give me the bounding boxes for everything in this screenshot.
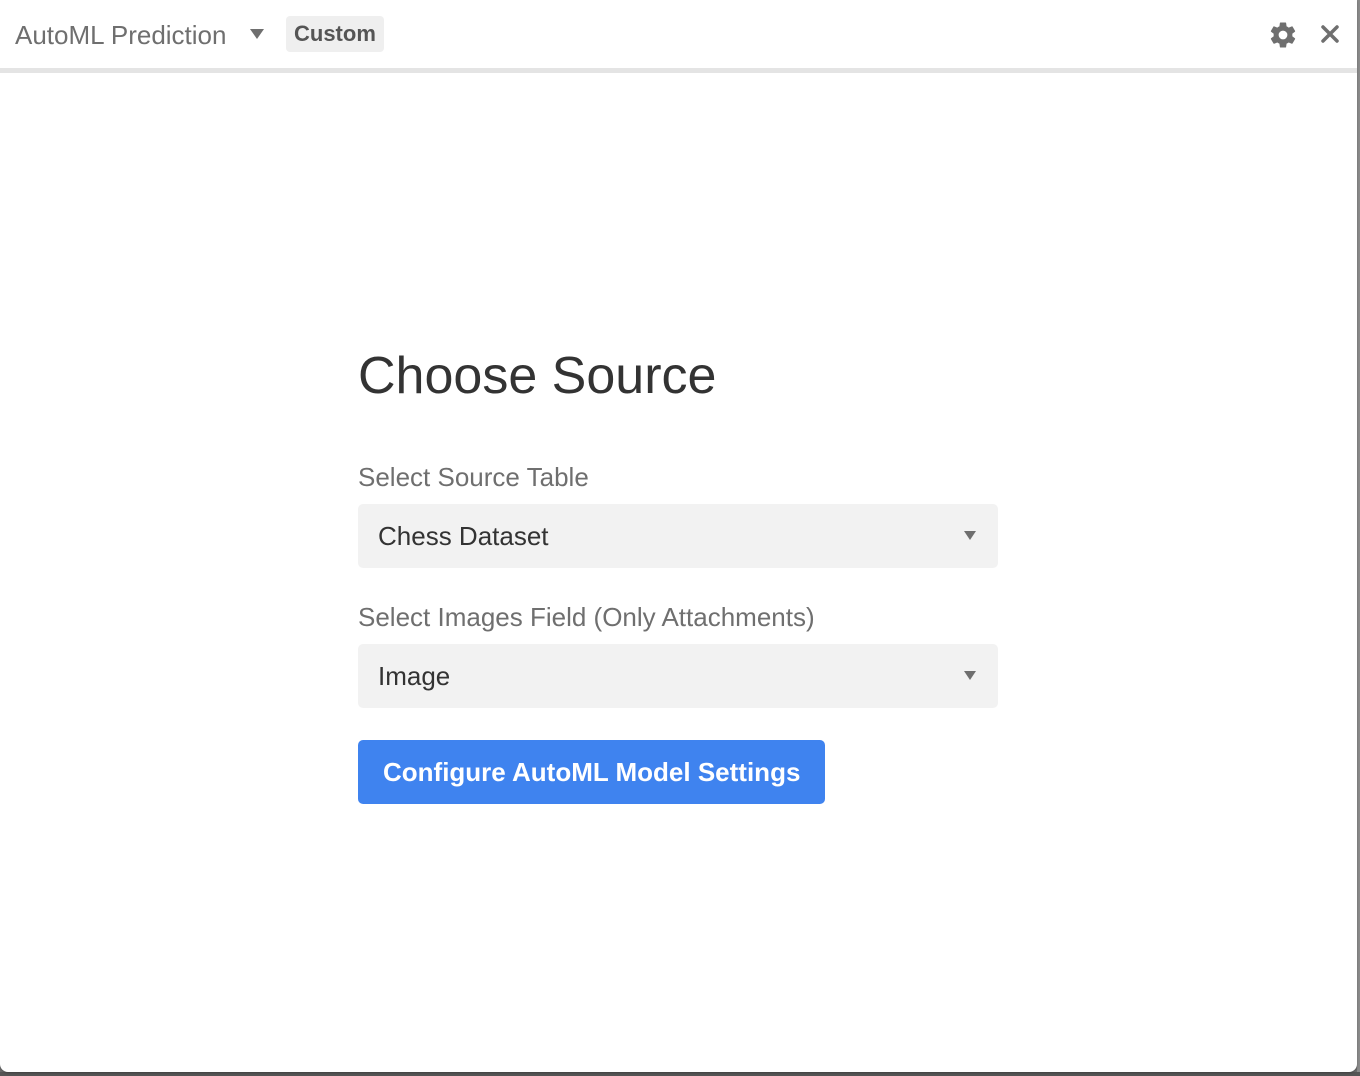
gear-icon[interactable] <box>1268 20 1298 50</box>
source-table-label: Select Source Table <box>358 462 589 492</box>
images-field-select[interactable]: Image <box>358 644 998 708</box>
app-title[interactable]: AutoML Prediction <box>15 20 226 50</box>
source-table-select[interactable]: Chess Dataset <box>358 504 998 568</box>
background-edge-bottom <box>0 1072 1360 1076</box>
caret-down-icon[interactable] <box>250 29 264 39</box>
images-field-value: Image <box>378 661 451 691</box>
custom-badge: Custom <box>286 16 384 52</box>
configure-automl-button[interactable]: Configure AutoML Model Settings <box>358 740 826 804</box>
page-title: Choose Source <box>358 347 717 405</box>
chevron-down-icon <box>964 531 976 540</box>
images-field-label: Select Images Field (Only Attachments) <box>358 602 815 632</box>
close-icon[interactable] <box>1316 20 1344 48</box>
titlebar: AutoML Prediction Custom <box>0 0 1357 73</box>
source-table-value: Chess Dataset <box>378 521 549 551</box>
chevron-down-icon <box>964 671 976 680</box>
app-window: AutoML Prediction Custom Choose Source S… <box>0 0 1357 1072</box>
